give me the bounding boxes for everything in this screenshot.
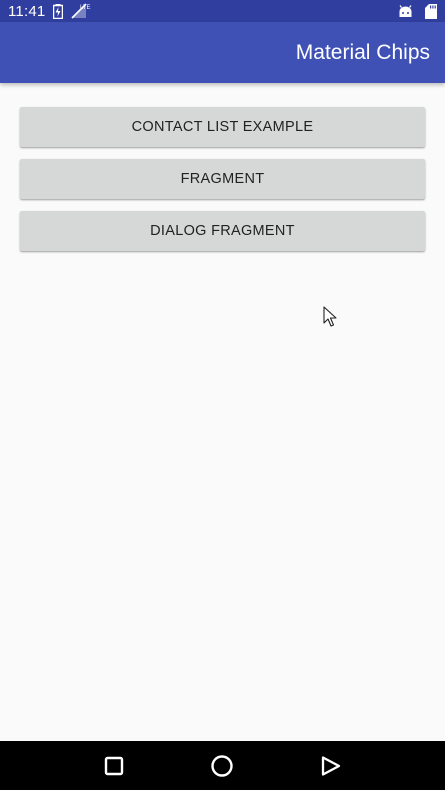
- fragment-button[interactable]: FRAGMENT: [20, 159, 425, 199]
- mouse-pointer-icon: [323, 306, 337, 333]
- status-right: [398, 3, 437, 19]
- dialog-fragment-button[interactable]: DIALOG FRAGMENT: [20, 211, 425, 251]
- home-circle-icon[interactable]: [202, 746, 242, 786]
- navigation-bar: [0, 741, 445, 790]
- app-bar: Material Chips: [0, 22, 445, 83]
- contact-list-example-button[interactable]: CONTACT LIST EXAMPLE: [20, 107, 425, 147]
- signal-lte-icon: LTE: [71, 3, 91, 19]
- screen: 11:41 LTE Material Chips CONTACT LIST EX…: [0, 0, 445, 790]
- android-icon: [398, 4, 413, 18]
- status-time: 11:41: [8, 2, 46, 20]
- app-title: Material Chips: [295, 40, 430, 64]
- back-triangle-icon[interactable]: [311, 746, 351, 786]
- sd-card-icon: [425, 3, 437, 19]
- recents-square-icon[interactable]: [94, 746, 134, 786]
- status-bar: 11:41 LTE: [0, 0, 445, 22]
- status-left: 11:41 LTE: [8, 3, 91, 20]
- network-label: LTE: [80, 5, 91, 11]
- battery-charging-icon: [53, 3, 64, 19]
